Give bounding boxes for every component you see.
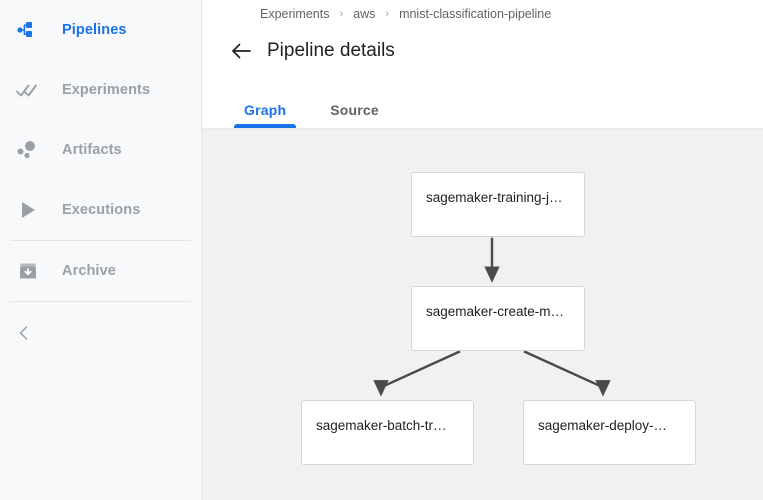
tab-source[interactable]: Source xyxy=(320,102,389,128)
breadcrumb-item-aws[interactable]: aws xyxy=(353,7,375,21)
sidebar-item-label: Experiments xyxy=(62,82,150,98)
tab-bar: Graph Source xyxy=(202,74,763,129)
executions-icon xyxy=(14,196,42,224)
breadcrumb-separator-icon: › xyxy=(339,8,343,20)
page-title-row: Pipeline details xyxy=(202,28,763,74)
breadcrumb-item-pipeline[interactable]: mnist-classification-pipeline xyxy=(399,7,551,21)
sidebar-item-pipelines[interactable]: Pipelines xyxy=(0,0,201,60)
main-content: Experiments › aws › mnist-classification… xyxy=(202,0,763,500)
sidebar-item-artifacts[interactable]: Artifacts xyxy=(0,120,201,180)
pipeline-graph-canvas[interactable]: sagemaker-training-j… sagemaker-create-m… xyxy=(202,129,763,500)
graph-node-label: sagemaker-deploy-… xyxy=(538,418,685,433)
graph-node-batch-transform[interactable]: sagemaker-batch-tr… xyxy=(301,400,474,465)
graph-node-label: sagemaker-batch-tr… xyxy=(316,418,463,433)
sidebar-item-executions[interactable]: Executions xyxy=(0,180,201,240)
sidebar-collapse-row xyxy=(0,302,201,364)
tab-source-label: Source xyxy=(330,102,379,118)
graph-node-label: sagemaker-training-j… xyxy=(426,190,574,205)
arrow-left-icon[interactable] xyxy=(226,36,256,66)
topbar: Experiments › aws › mnist-classification… xyxy=(202,0,763,129)
tab-graph[interactable]: Graph xyxy=(234,102,296,128)
graph-node-label: sagemaker-create-m… xyxy=(426,304,574,319)
breadcrumb: Experiments › aws › mnist-classification… xyxy=(202,0,763,28)
page-title: Pipeline details xyxy=(267,40,395,62)
sidebar-item-label: Pipelines xyxy=(62,22,127,38)
breadcrumb-item-experiments[interactable]: Experiments xyxy=(260,7,329,21)
artifacts-icon xyxy=(14,136,42,164)
edge-n2-n3-seg xyxy=(381,351,460,387)
breadcrumb-separator-icon: › xyxy=(385,8,389,20)
archive-icon xyxy=(14,257,42,285)
graph-node-create-model[interactable]: sagemaker-create-m… xyxy=(411,286,585,351)
sidebar-item-label: Executions xyxy=(62,202,140,218)
tab-graph-label: Graph xyxy=(244,102,286,118)
sidebar: Pipelines Experiments Artifacts xyxy=(0,0,202,500)
graph-node-training-job[interactable]: sagemaker-training-j… xyxy=(411,172,585,237)
sidebar-item-label: Artifacts xyxy=(62,142,122,158)
graph-node-deploy[interactable]: sagemaker-deploy-… xyxy=(523,400,696,465)
chevron-left-icon[interactable] xyxy=(8,317,40,349)
sidebar-item-label: Archive xyxy=(62,263,116,279)
pipelines-icon xyxy=(14,16,42,44)
sidebar-item-experiments[interactable]: Experiments xyxy=(0,60,201,120)
sidebar-item-archive[interactable]: Archive xyxy=(0,241,201,301)
app-root: Pipelines Experiments Artifacts xyxy=(0,0,763,500)
edge-n2-n4-seg xyxy=(524,351,603,387)
experiments-icon xyxy=(14,76,42,104)
